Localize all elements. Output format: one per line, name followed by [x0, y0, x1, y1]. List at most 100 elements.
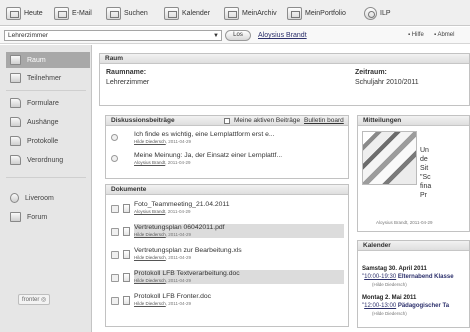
participants-icon: [10, 73, 21, 83]
sidebar-item-aushaenge[interactable]: Aushänge: [6, 114, 90, 130]
period-value: Schuljahr 2010/2011: [355, 79, 419, 86]
news-text-line: Un: [420, 147, 429, 154]
sidebar-item-verordnung[interactable]: Verordnung: [6, 152, 90, 168]
document-type-icon: [111, 251, 119, 259]
spreadsheet-file-icon: [123, 250, 130, 259]
calendar-day-date: Montag 2. Mai 2011: [362, 295, 417, 301]
document-meta: Aloysius Brandt, 2011-04-29: [134, 209, 344, 215]
room-select[interactable]: Lehrerzimmer ▼: [4, 30, 222, 41]
sidebar-item-raum[interactable]: Raum: [6, 52, 90, 68]
toolbar-email-button[interactable]: E-Mail: [54, 5, 92, 22]
toolbar-ilp-button[interactable]: ILP: [364, 5, 391, 22]
news-text-line: de: [420, 156, 428, 163]
document-author[interactable]: Hilde Diedersch: [134, 301, 166, 306]
post-title[interactable]: Meine Meinung: Ja, der Einsatz einer Ler…: [134, 152, 370, 160]
news-text-line: Pr: [420, 192, 427, 199]
document-title[interactable]: Protokoll LFB Textverarbeitung.doc: [134, 270, 344, 278]
help-label: Hilfe: [411, 32, 424, 38]
post-author[interactable]: Aloysius Brandt: [134, 160, 165, 165]
document-author[interactable]: Hilde Diedersch: [134, 232, 166, 237]
document-title[interactable]: Vertretungsplan zur Bearbeitung.xls: [134, 247, 344, 255]
calendar-event-name: Pädagogischer Ta: [397, 303, 450, 309]
sidebar-item-formulare[interactable]: Formulare: [6, 95, 90, 111]
post-title[interactable]: Ich finde es wichtig, eine Lernplattform…: [134, 131, 370, 139]
user-name-link[interactable]: Aloysius Brandt: [258, 30, 307, 41]
toolbar-meinarchiv-label: MeinArchiv: [242, 10, 277, 17]
post-icon: [111, 155, 118, 162]
chevron-down-icon: ▼: [213, 33, 219, 39]
calendar-event[interactable]: "12:00-13:00 Pädagogischer Ta: [362, 303, 449, 309]
bulletin-board-link[interactable]: Bulletin board: [304, 116, 344, 126]
document-type-icon: [111, 205, 119, 213]
calendar-event-author: (Hilde Diedersch): [372, 311, 407, 316]
document-title[interactable]: Foto_Teammeeting_21.04.2011: [134, 201, 344, 209]
room-name-label: Raumname:: [106, 69, 147, 76]
sidebar-item-label: Aushänge: [27, 118, 59, 126]
toolbar-email-label: E-Mail: [72, 10, 92, 17]
period-label: Zeitraum:: [355, 69, 387, 76]
toolbar-meinarchiv-button[interactable]: MeinArchiv: [224, 5, 277, 22]
toolbar-meinportfolio-button[interactable]: MeinPortfolio: [287, 5, 346, 22]
sidebar-item-liveroom[interactable]: Liveroom: [6, 190, 90, 206]
sidebar-item-protokolle[interactable]: Protokolle: [6, 133, 90, 149]
room-info-title: Raum: [100, 54, 469, 64]
calendar-title: Kalender: [358, 241, 469, 251]
sidebar-item-label: Raum: [27, 56, 46, 64]
table-row[interactable]: Foto_Teammeeting_21.04.2011 Aloysius Bra…: [134, 201, 344, 215]
active-posts-checkbox[interactable]: [224, 118, 230, 124]
top-toolbar: Heute E-Mail Suchen Kalender MeinArchiv …: [0, 0, 470, 26]
news-date: , 2011-04-29: [407, 220, 433, 225]
table-row[interactable]: Vertretungsplan zur Bearbeitung.xls Hild…: [134, 247, 344, 261]
list-item[interactable]: Ich finde es wichtig, eine Lernplattform…: [134, 131, 370, 145]
table-row[interactable]: Protokoll LFB Textverarbeitung.doc Hilde…: [134, 270, 344, 284]
folder-icon: [10, 98, 21, 108]
news-text-line: Sit: [420, 165, 429, 172]
sidebar-item-label: Forum: [27, 213, 48, 221]
document-title[interactable]: Vertretungsplan 06042011.pdf: [134, 224, 344, 232]
sidebar-item-forum[interactable]: Forum: [6, 209, 90, 225]
calendar-panel: Kalender Samstag 30. April 2011 "10:00-1…: [357, 240, 470, 328]
sidebar-divider: [6, 90, 86, 91]
go-button[interactable]: Los: [225, 30, 251, 41]
post-icon: [111, 134, 118, 141]
email-icon: [54, 7, 69, 20]
room-info-panel: Raum Raumname: Lehrerzimmer Zeitraum: Sc…: [99, 53, 470, 106]
calendar-event[interactable]: "10:00-19:30 Elternabend Klasse: [362, 274, 454, 280]
post-meta: Aloysius Brandt, 2011-04-29: [134, 160, 370, 166]
document-date: , 2011-04-29: [165, 255, 191, 260]
post-author[interactable]: Hilde Diedersch: [134, 139, 166, 144]
active-posts-label: Meine aktiven Beiträge: [234, 117, 301, 124]
document-date: , 2011-04-29: [165, 232, 191, 237]
news-text-line: "Sc: [420, 174, 431, 181]
table-row[interactable]: Vertretungsplan 06042011.pdf Hilde Diede…: [134, 224, 344, 238]
pdf-file-icon: [123, 227, 130, 236]
list-item[interactable]: Meine Meinung: Ja, der Einsatz einer Ler…: [134, 152, 370, 166]
liveroom-icon: [10, 193, 19, 203]
document-type-icon: [111, 274, 119, 282]
help-link[interactable]: ▪ Hilfe: [408, 32, 424, 38]
document-title[interactable]: Protokoll LFB Fronter.doc: [134, 293, 344, 301]
folder-icon: [10, 136, 21, 146]
folder-icon: [10, 117, 21, 127]
ilp-icon: [364, 7, 377, 20]
document-meta: Hilde Diedersch, 2011-04-29: [134, 278, 344, 284]
document-date: , 2011-04-29: [165, 209, 191, 214]
document-meta: Hilde Diedersch, 2011-04-29: [134, 301, 344, 307]
folder-icon: [10, 155, 21, 165]
news-photo[interactable]: [362, 131, 417, 185]
sidebar-divider: [6, 177, 86, 178]
logout-link[interactable]: ▪ Abmel: [434, 32, 454, 38]
document-type-icon: [111, 297, 119, 305]
document-author[interactable]: Aloysius Brandt: [134, 209, 165, 214]
toolbar-kalender-button[interactable]: Kalender: [164, 5, 210, 22]
room-bar: Lehrerzimmer ▼ Los Aloysius Brandt ▪ Hil…: [0, 27, 470, 44]
table-row[interactable]: Protokoll LFB Fronter.doc Hilde Diedersc…: [134, 293, 344, 307]
sidebar-item-teilnehmer[interactable]: Teilnehmer: [6, 70, 90, 86]
search-icon: [106, 7, 121, 20]
document-author[interactable]: Hilde Diedersch: [134, 255, 166, 260]
document-author[interactable]: Hilde Diedersch: [134, 278, 166, 283]
room-select-value: Lehrerzimmer: [8, 32, 49, 39]
toolbar-heute-button[interactable]: Heute: [6, 5, 43, 22]
toolbar-suchen-button[interactable]: Suchen: [106, 5, 148, 22]
messages-title: Mitteilungen: [358, 116, 469, 126]
